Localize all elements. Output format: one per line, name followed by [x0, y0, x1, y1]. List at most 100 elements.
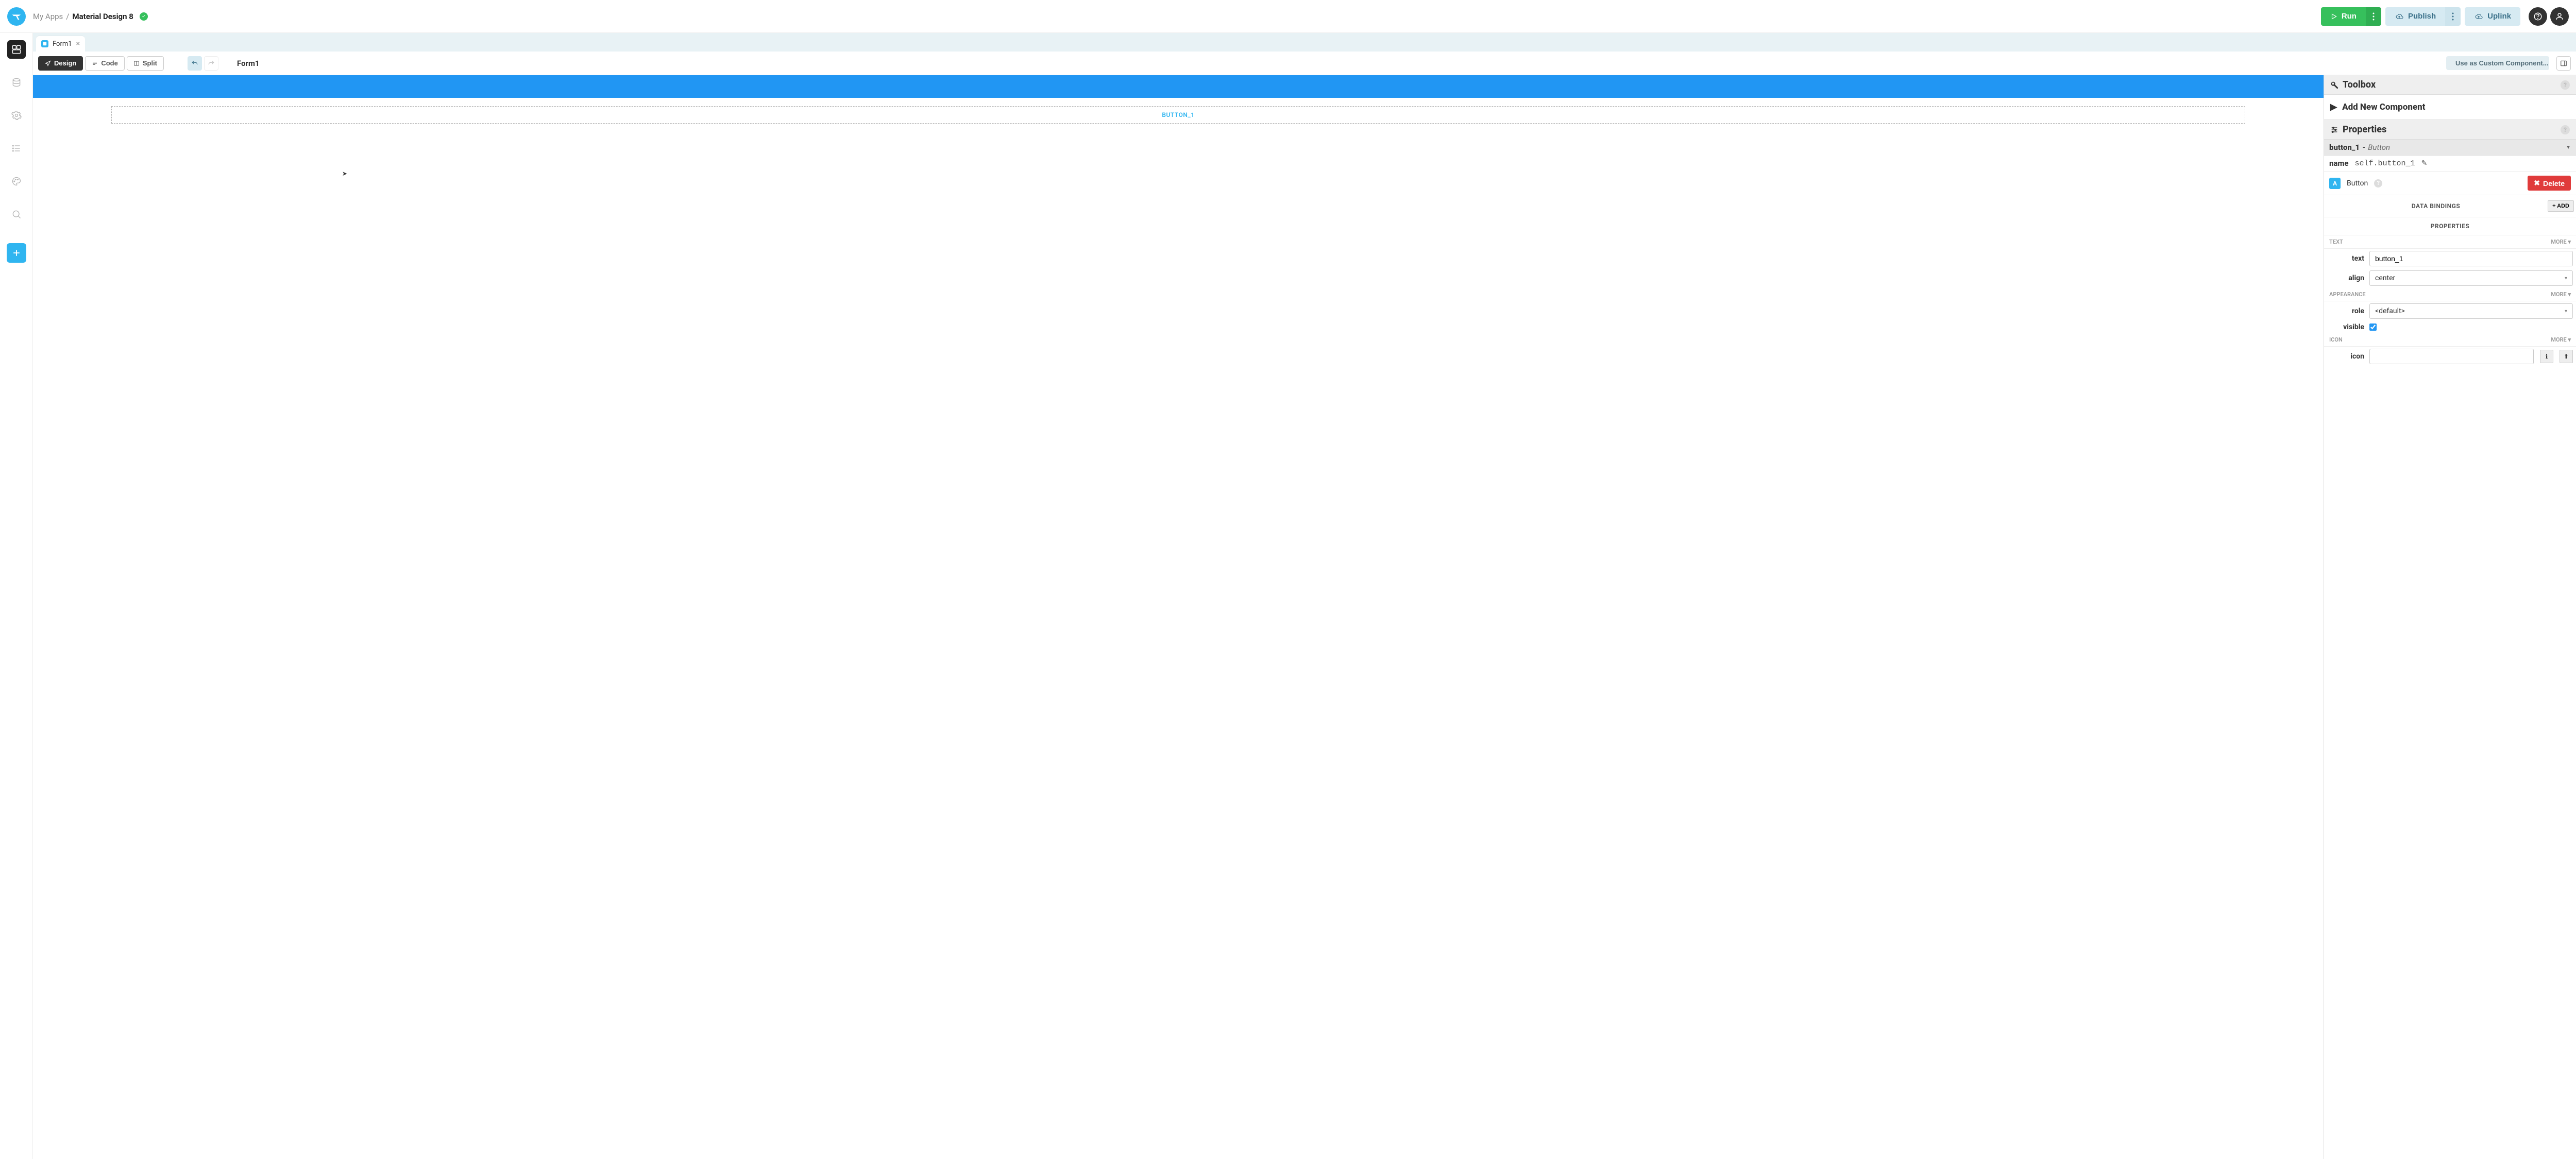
prop-role-select[interactable]: <default> ▾	[2369, 303, 2573, 319]
chevron-down-icon: ▾	[2565, 276, 2567, 281]
help-button[interactable]	[2529, 7, 2547, 26]
component-help-icon[interactable]: ?	[2374, 179, 2382, 188]
play-icon	[2330, 13, 2337, 20]
delete-icon: ✖	[2534, 179, 2540, 188]
tab-close-icon[interactable]: ×	[76, 40, 80, 48]
right-panel: Toolbox ? ▶ Add New Component Properties…	[2324, 75, 2576, 1159]
edit-name-icon[interactable]: ✎	[2421, 159, 2428, 167]
code-view-button[interactable]: Code	[85, 56, 125, 71]
add-new-component[interactable]: ▶ Add New Component	[2324, 95, 2576, 120]
tab-row: Form1 ×	[33, 33, 2576, 52]
text-group-label: TEXT	[2329, 238, 2343, 245]
custom-component-label: Use as Custom Component...	[2455, 59, 2549, 67]
canvas-button-1[interactable]: BUTTON_1	[111, 106, 2245, 124]
anvil-logo[interactable]	[7, 7, 26, 26]
cloud-upload-icon	[2395, 13, 2404, 20]
prop-role-label: role	[2327, 307, 2364, 315]
publish-dropdown[interactable]	[2445, 7, 2461, 26]
prop-text-input[interactable]	[2369, 251, 2573, 266]
form-icon	[41, 40, 48, 47]
uplink-icon	[2474, 13, 2483, 20]
chevron-down-icon: ▾	[2565, 309, 2567, 314]
breadcrumb-current[interactable]: Material Design 8	[73, 12, 133, 21]
data-bindings-label: DATA BINDINGS	[2324, 202, 2548, 210]
code-label: Code	[101, 59, 118, 67]
rail-app-browser[interactable]	[7, 40, 26, 59]
name-label: name	[2329, 159, 2349, 168]
split-label: Split	[143, 59, 157, 67]
breadcrumb: My Apps / Material Design 8	[33, 12, 148, 21]
prop-text-row: text	[2324, 249, 2576, 268]
prop-icon-row: icon ℹ ⬆	[2324, 347, 2576, 366]
properties-section-label: PROPERTIES	[2324, 223, 2576, 230]
icon-info-button[interactable]: ℹ	[2540, 350, 2553, 363]
run-button[interactable]: Run	[2321, 7, 2366, 26]
toggle-panels-button[interactable]	[2556, 56, 2571, 71]
prop-role-value: <default>	[2375, 307, 2405, 315]
design-canvas[interactable]: BUTTON_1 ➤	[33, 75, 2324, 1159]
use-as-custom-component-button[interactable]: Use as Custom Component...	[2446, 56, 2549, 70]
split-view-button[interactable]: Split	[127, 56, 164, 71]
rail-list[interactable]	[7, 139, 26, 158]
prop-align-value: center	[2375, 274, 2395, 282]
tab-form1[interactable]: Form1 ×	[36, 36, 85, 52]
appearance-group-label: APPEARANCE	[2329, 291, 2366, 298]
run-dropdown[interactable]	[2366, 7, 2381, 26]
toolbox-title: Toolbox	[2343, 79, 2376, 90]
cursor-icon: ➤	[342, 170, 347, 177]
undo-button[interactable]	[188, 56, 202, 71]
run-label: Run	[2342, 12, 2357, 21]
publish-button[interactable]: Publish	[2385, 7, 2445, 26]
component-badge: A	[2329, 178, 2341, 189]
rail-theme[interactable]	[7, 172, 26, 191]
rail-data[interactable]	[7, 73, 26, 92]
selected-component-type: Button	[2368, 143, 2390, 152]
toolbox-header: Toolbox ?	[2324, 75, 2576, 95]
toolbox-help-icon[interactable]: ?	[2561, 80, 2570, 90]
properties-title: Properties	[2343, 124, 2386, 135]
account-button[interactable]	[2550, 7, 2569, 26]
properties-header: Properties ?	[2324, 120, 2576, 140]
chevron-down-icon: ▼	[2566, 145, 2571, 150]
icon-more-toggle[interactable]: MORE ▾	[2551, 336, 2571, 343]
component-type-label: Button	[2347, 179, 2368, 188]
rail-search[interactable]	[7, 205, 26, 224]
rail-add-button[interactable]	[7, 243, 26, 263]
delete-button[interactable]: ✖ Delete	[2528, 176, 2571, 191]
prop-visible-label: visible	[2327, 323, 2364, 331]
data-bindings-section: DATA BINDINGS + ADD	[2324, 195, 2576, 217]
top-bar: My Apps / Material Design 8 Run Publish …	[0, 0, 2576, 33]
breadcrumb-sep: /	[66, 12, 69, 21]
uplink-button[interactable]: Uplink	[2465, 7, 2520, 26]
prop-visible-checkbox[interactable]	[2369, 323, 2377, 331]
prop-align-row: align center ▾	[2324, 268, 2576, 288]
rail-settings[interactable]	[7, 106, 26, 125]
component-selector[interactable]: button_1 - Button ▼	[2324, 140, 2576, 156]
prop-visible-row: visible	[2324, 321, 2576, 333]
uplink-label: Uplink	[2487, 12, 2511, 21]
appearance-group-header: APPEARANCE MORE ▾	[2324, 288, 2576, 301]
tab-label: Form1	[53, 40, 72, 48]
breadcrumb-root[interactable]: My Apps	[33, 12, 63, 21]
name-value: self.button_1	[2355, 159, 2415, 168]
design-view-button[interactable]: Design	[38, 56, 83, 71]
add-label: ADD	[2557, 203, 2569, 209]
prop-align-label: align	[2327, 274, 2364, 282]
appearance-more-toggle[interactable]: MORE ▾	[2551, 291, 2571, 298]
prop-align-select[interactable]: center ▾	[2369, 270, 2573, 286]
text-more-toggle[interactable]: MORE ▾	[2551, 238, 2571, 245]
left-rail	[0, 33, 33, 1159]
icon-group-header: ICON MORE ▾	[2324, 333, 2576, 347]
design-label: Design	[54, 59, 76, 67]
prop-icon-input[interactable]	[2369, 349, 2534, 364]
redo-button[interactable]	[204, 56, 218, 71]
prop-icon-label: icon	[2327, 352, 2364, 361]
icon-upload-button[interactable]: ⬆	[2560, 350, 2573, 363]
properties-help-icon[interactable]: ?	[2561, 125, 2570, 134]
icon-group-label: ICON	[2329, 336, 2343, 343]
canvas-app-bar[interactable]	[33, 75, 2324, 98]
chevron-right-icon: ▶	[2330, 102, 2337, 112]
add-binding-button[interactable]: + ADD	[2548, 200, 2574, 212]
prop-text-label: text	[2327, 254, 2364, 263]
selected-component-name: button_1	[2329, 143, 2360, 152]
